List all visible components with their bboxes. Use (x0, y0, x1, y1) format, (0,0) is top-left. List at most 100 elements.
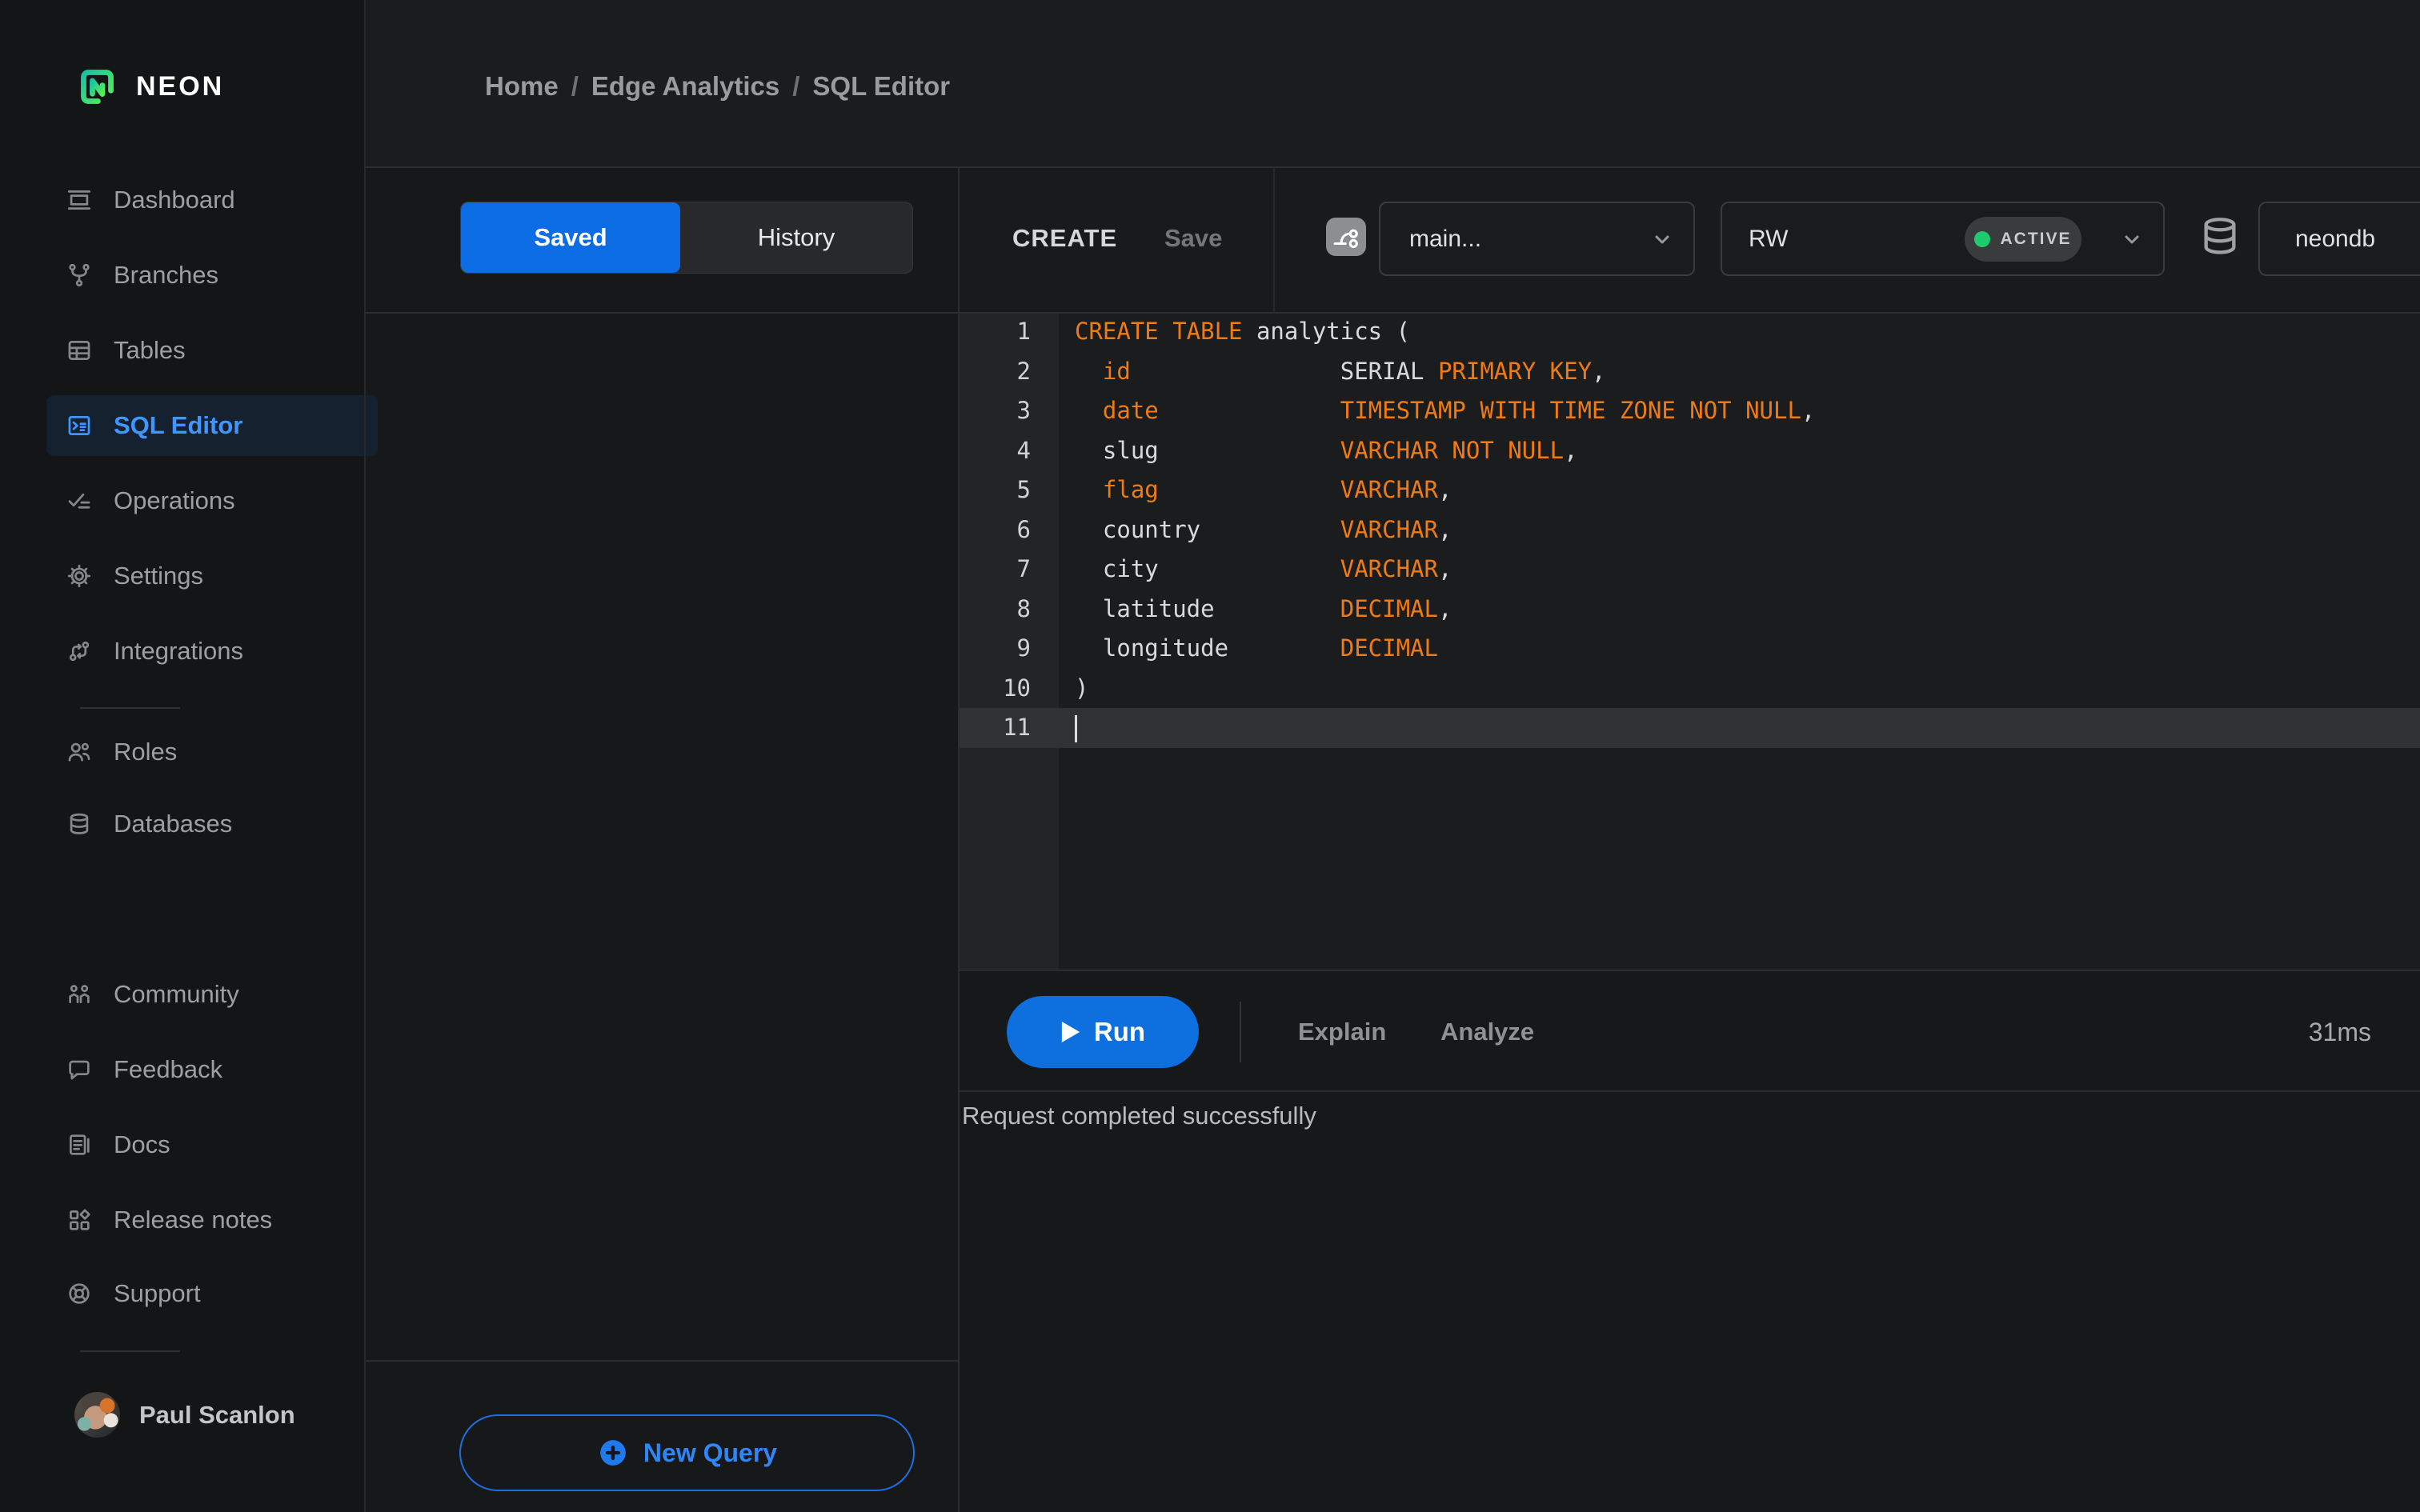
sidebar-item-branches[interactable]: Branches (46, 245, 378, 306)
play-icon (1061, 1022, 1080, 1042)
neon-logo-icon (81, 70, 114, 104)
new-query-button[interactable]: New Query (459, 1414, 915, 1491)
brand-name: NEON (136, 71, 225, 102)
tables-icon (68, 341, 90, 360)
chevron-down-icon (1655, 235, 1669, 243)
branches-icon (69, 263, 90, 287)
sidebar-item-operations[interactable]: Operations (46, 470, 378, 531)
line-number: 2 (1016, 357, 1031, 385)
active-status-dot (1974, 230, 1991, 247)
code-line-1[interactable]: 1 CREATE TABLE analytics ( (958, 312, 2420, 352)
sidebar-divider (80, 707, 180, 709)
neon-console: NEON Dashboard Branches Tables SQL Edito… (0, 0, 2420, 1512)
line-number: 6 (1016, 515, 1031, 543)
community-icon (69, 985, 90, 1003)
text-cursor (1075, 715, 1077, 742)
sql-editor-icon (68, 416, 90, 435)
compute-endpoint-select[interactable]: RW ACTIVE (1721, 202, 2165, 276)
sidebar-item-databases[interactable]: Databases (46, 794, 378, 854)
sidebar-item-settings[interactable]: Settings (46, 546, 378, 606)
sidebar-divider-vertical (364, 0, 366, 1512)
plus-circle-icon (600, 1440, 626, 1466)
saved-queries-panel (364, 166, 958, 1512)
feedback-icon (69, 1060, 90, 1080)
brand-logo[interactable]: NEON (76, 66, 224, 108)
line-number: 5 (1016, 476, 1031, 503)
code-line-7[interactable]: 7 city VARCHAR, (958, 550, 2420, 590)
breadcrumb-home[interactable]: Home (485, 69, 559, 104)
save-button[interactable]: Save (1164, 219, 1222, 258)
code-line-9[interactable]: 9 longitude DECIMAL (958, 629, 2420, 669)
header-divider (364, 312, 2420, 314)
roles-icon (68, 742, 90, 762)
line-number: 9 (1016, 634, 1031, 662)
sidebar-item-tables[interactable]: Tables (46, 320, 378, 381)
code-line-2[interactable]: 2 id SERIAL PRIMARY KEY, (958, 352, 2420, 392)
status-badge: ACTIVE (1965, 216, 2081, 262)
sidebar-item-community[interactable]: Community (46, 964, 378, 1025)
line-number: 1 (1016, 318, 1031, 345)
sidebar-item-dashboard[interactable]: Dashboard (46, 170, 378, 230)
saved-history-tabs: Saved History (460, 202, 913, 274)
toolbar-separator (1240, 1002, 1241, 1062)
breadcrumb-separator: / (792, 71, 800, 101)
results-divider (958, 1090, 2420, 1092)
breadcrumb-separator: / (571, 71, 579, 101)
sidebar-item-release-notes[interactable]: Release notes (46, 1190, 378, 1250)
database-icon (2204, 218, 2236, 254)
integrations-icon (69, 641, 90, 662)
avatar (74, 1392, 120, 1438)
sidebar-item-support[interactable]: Support (46, 1263, 378, 1324)
line-number: 4 (1016, 436, 1031, 464)
query-panel-divider (364, 1360, 958, 1362)
tab-saved[interactable]: Saved (461, 202, 680, 273)
dashboard-icon (67, 190, 91, 210)
code-line-3[interactable]: 3 date TIMESTAMP WITH TIME ZONE NOT NULL… (958, 391, 2420, 431)
databases-icon (70, 813, 89, 834)
branch-icon (1333, 229, 1358, 249)
query-duration: 31ms (2308, 1018, 2371, 1046)
header-separator (1273, 166, 1275, 312)
code-lines: 1 CREATE TABLE analytics (2 id SERIAL PRI… (958, 312, 2420, 748)
result-message: Request completed successfully (962, 1102, 1316, 1130)
sidebar-item-sql-editor[interactable]: SQL Editor (46, 395, 378, 456)
branch-select[interactable]: main... (1379, 202, 1695, 276)
sidebar-divider (80, 1350, 180, 1352)
query-title: CREATE (1012, 224, 1118, 252)
code-line-5[interactable]: 5 flag VARCHAR, (958, 470, 2420, 510)
settings-gear-icon (67, 564, 91, 588)
explain-button[interactable]: Explain (1298, 1014, 1386, 1050)
analyze-button[interactable]: Analyze (1440, 1014, 1534, 1050)
code-line-8[interactable]: 8 latitude DECIMAL, (958, 590, 2420, 630)
toolbar-divider-top (958, 970, 2420, 971)
branch-compute-button[interactable] (1326, 218, 1366, 256)
docs-icon (70, 1134, 90, 1155)
code-line-4[interactable]: 4 slug VARCHAR NOT NULL, (958, 431, 2420, 471)
tab-history[interactable]: History (680, 202, 912, 273)
code-line-10[interactable]: 10) (958, 669, 2420, 709)
line-number: 3 (1016, 397, 1031, 424)
user-menu[interactable]: Paul Scanlon (74, 1392, 295, 1438)
sidebar-item-integrations[interactable]: Integrations (46, 621, 378, 682)
support-lifebuoy-icon (69, 1283, 90, 1304)
sidebar-item-feedback[interactable]: Feedback (46, 1039, 378, 1100)
run-button[interactable]: Run (1007, 996, 1199, 1068)
sql-code-editor[interactable]: 1 CREATE TABLE analytics (2 id SERIAL PRI… (958, 312, 2420, 970)
panel-divider-vertical (958, 166, 960, 1512)
user-name: Paul Scanlon (139, 1400, 295, 1429)
sidebar-item-docs[interactable]: Docs (46, 1114, 378, 1175)
chevron-down-icon (2125, 235, 2139, 243)
line-number: 8 (1016, 594, 1031, 622)
sidebar-item-roles[interactable]: Roles (46, 722, 378, 782)
database-select[interactable]: neondb (2258, 202, 2420, 276)
breadcrumb: Home / Edge Analytics / SQL Editor (485, 69, 950, 104)
release-notes-icon (70, 1209, 90, 1230)
line-number: 7 (1016, 555, 1031, 582)
breadcrumb-project[interactable]: Edge Analytics (591, 69, 779, 104)
operations-icon (68, 493, 90, 509)
line-number: 10 (1003, 674, 1031, 702)
breadcrumb-current-page: SQL Editor (812, 71, 951, 101)
code-line-11[interactable]: 11 (958, 708, 2420, 748)
topbar-divider (364, 166, 2420, 168)
code-line-6[interactable]: 6 country VARCHAR, (958, 510, 2420, 550)
